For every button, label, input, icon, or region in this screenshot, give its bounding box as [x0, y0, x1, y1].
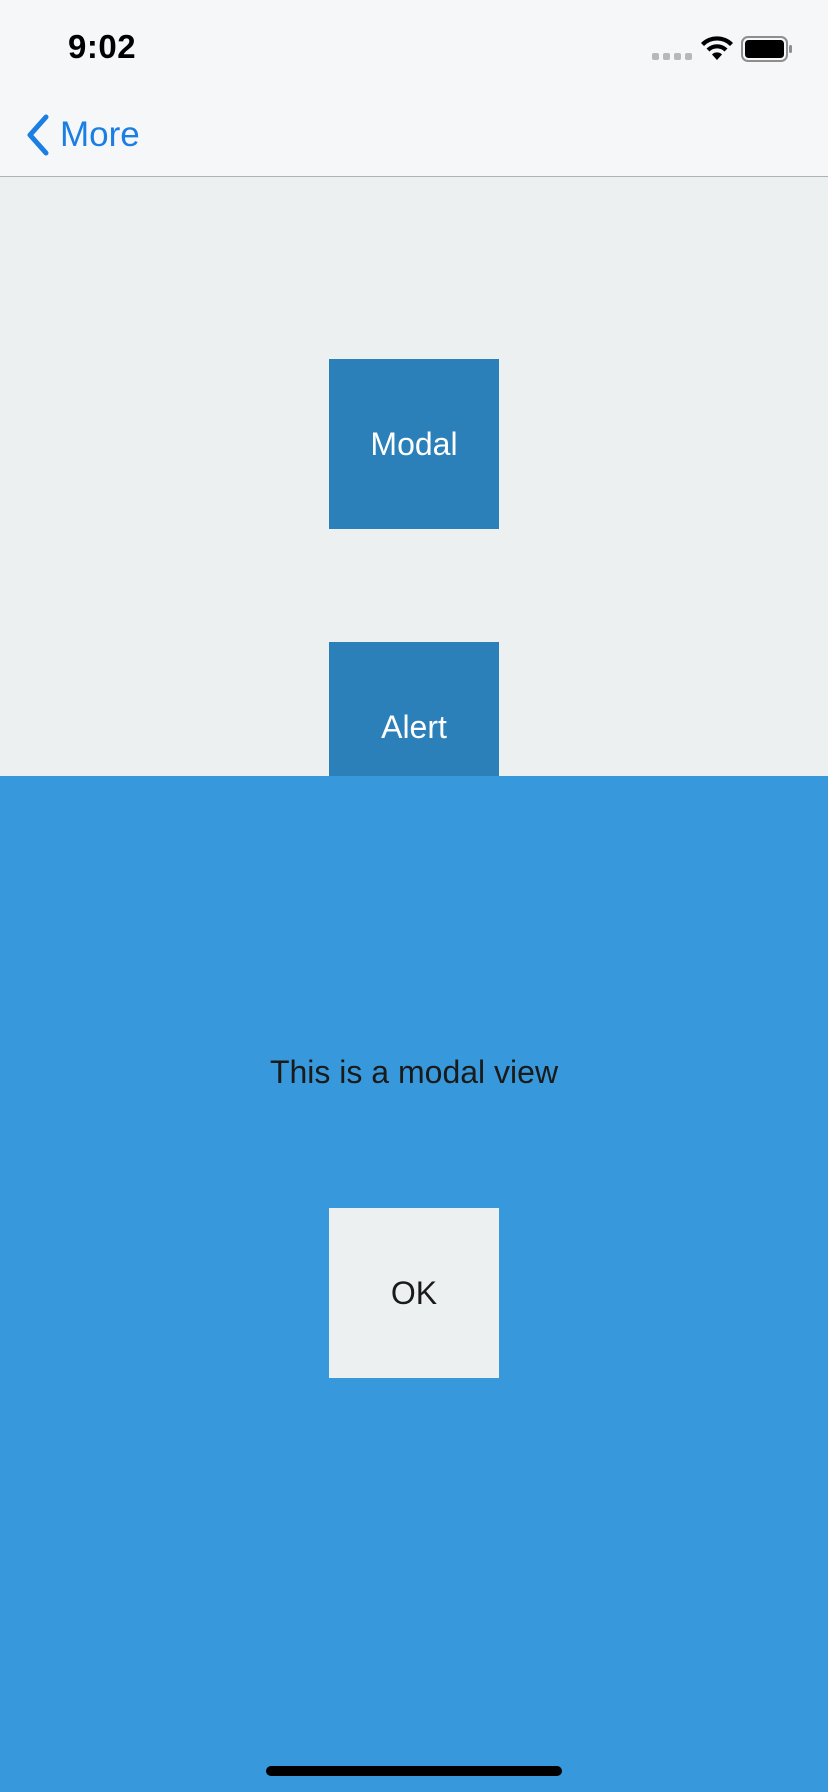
modal-message: This is a modal view — [269, 1054, 559, 1090]
signal-icon — [652, 53, 692, 60]
modal-view: This is a modal view OK — [0, 776, 828, 1792]
home-indicator[interactable] — [266, 1766, 562, 1776]
battery-icon — [741, 36, 792, 62]
status-time: 9:02 — [68, 28, 137, 65]
modal-button[interactable]: Modal — [329, 359, 499, 529]
status-bar: 9:02 — [0, 0, 828, 96]
ok-button[interactable]: OK — [329, 1208, 499, 1378]
back-chevron-icon — [27, 114, 49, 156]
back-label: More — [60, 115, 140, 154]
navigation-bar: More — [0, 96, 828, 177]
app-screen: 9:02 More Modal Alert This is a modal vi… — [0, 0, 828, 1792]
wifi-icon — [701, 36, 733, 60]
back-button[interactable]: More — [24, 110, 140, 160]
